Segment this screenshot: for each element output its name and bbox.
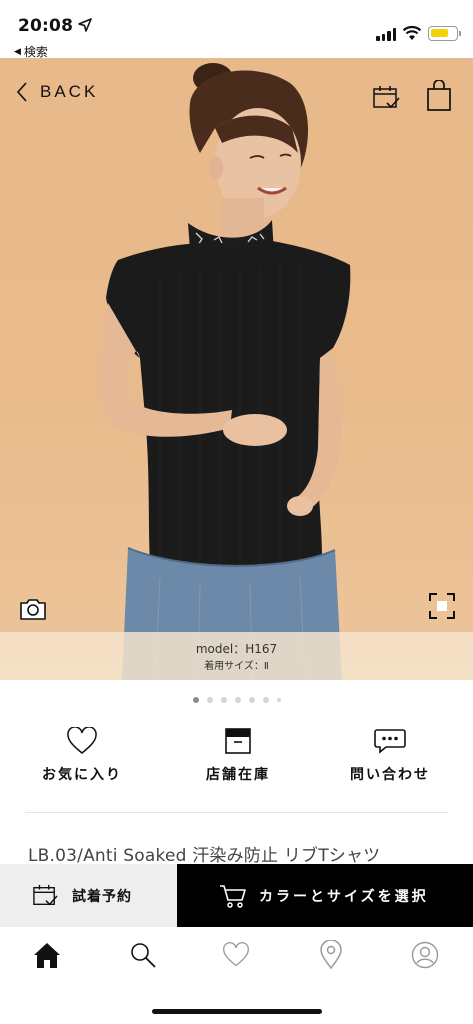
- tab-favorites[interactable]: [220, 939, 252, 971]
- calendar-check-icon[interactable]: [372, 85, 400, 111]
- action-row: お気に入り 店舗在庫 問い合わせ: [0, 726, 473, 796]
- search-icon: [131, 943, 156, 968]
- location-pin-icon: [320, 940, 342, 970]
- model-height-line: model：H167: [0, 640, 473, 658]
- tab-stores[interactable]: [315, 939, 347, 971]
- pagination-dot[interactable]: [276, 698, 281, 702]
- home-icon: [34, 943, 60, 968]
- fitting-reservation-label: 試着予約: [72, 888, 132, 905]
- pagination-dot[interactable]: [234, 697, 241, 703]
- contact-button[interactable]: 問い合わせ: [320, 726, 460, 784]
- tab-search[interactable]: [127, 939, 159, 971]
- pagination-dot[interactable]: [192, 697, 199, 703]
- model-label: model：: [195, 642, 246, 656]
- model-height: H167: [245, 642, 278, 656]
- status-time: 20:08: [18, 16, 74, 36]
- product-title: LB.03/Anti Soaked 汗染み防止 リブTシャツ: [28, 846, 381, 866]
- tab-home[interactable]: [31, 939, 63, 971]
- divider: [25, 812, 448, 813]
- chevron-left-icon: [16, 82, 27, 102]
- status-bar: 20:08 ◀ 検索: [0, 0, 473, 59]
- favorite-button[interactable]: お気に入り: [12, 726, 152, 784]
- user-icon: [411, 941, 439, 969]
- location-arrow-icon: [78, 18, 92, 32]
- pagination-dot[interactable]: [220, 697, 227, 703]
- heart-icon: [223, 942, 249, 967]
- model-info: model：H167 着用サイズ：Ⅱ: [0, 632, 473, 680]
- cellular-signal-icon: [376, 28, 396, 41]
- back-button[interactable]: BACK: [16, 82, 98, 102]
- home-indicator: [152, 1009, 322, 1014]
- tab-account[interactable]: [409, 939, 441, 971]
- store-stock-label: 店舗在庫: [206, 767, 270, 783]
- wifi-icon: [402, 25, 422, 40]
- back-label: BACK: [40, 82, 99, 101]
- product-image-carousel[interactable]: BACK model：H167 着用サイズ：Ⅱ: [0, 58, 473, 680]
- chat-bubble-icon: [374, 729, 406, 754]
- calendar-check-icon: [33, 884, 58, 905]
- box-icon: [225, 728, 251, 754]
- store-stock-button[interactable]: 店舗在庫: [168, 726, 308, 784]
- camera-icon[interactable]: [19, 597, 47, 621]
- battery-icon: [428, 26, 461, 41]
- back-triangle-icon: ◀: [14, 46, 21, 57]
- model-size: 着用サイズ：Ⅱ: [204, 661, 269, 672]
- shopping-bag-icon[interactable]: [426, 80, 452, 112]
- contact-label: 問い合わせ: [350, 767, 430, 783]
- fitting-reservation-button[interactable]: 試着予約: [0, 864, 177, 927]
- carousel-pagination: [0, 697, 473, 703]
- cart-icon: [220, 884, 246, 908]
- pagination-dot[interactable]: [206, 697, 213, 703]
- favorite-label: お気に入り: [42, 767, 122, 783]
- heart-icon: [67, 727, 97, 754]
- expand-icon[interactable]: [428, 592, 456, 620]
- pagination-dot[interactable]: [248, 697, 255, 703]
- select-color-size-label: カラーとサイズを選択: [259, 888, 429, 905]
- pagination-dot[interactable]: [262, 697, 269, 703]
- product-photo: [99, 63, 351, 680]
- select-color-size-button[interactable]: カラーとサイズを選択: [177, 864, 473, 927]
